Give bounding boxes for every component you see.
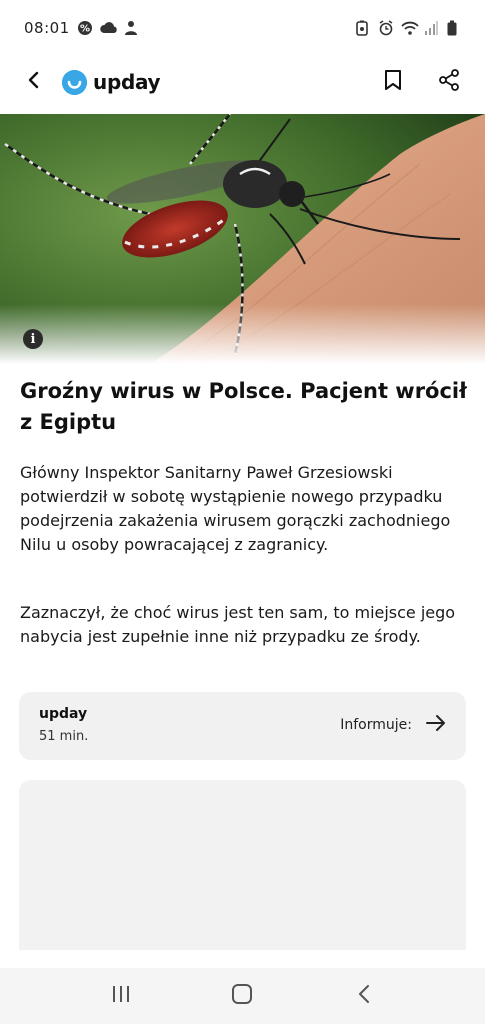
source-link[interactable]: Informuje: [340,714,446,736]
chevron-left-icon [357,984,371,1008]
system-nav-bar [0,968,485,1024]
notification-badge-icon: % [77,20,93,36]
article-paragraph-1: Główny Inspektor Sanitarny Paweł Grzesio… [20,463,451,554]
image-info-button[interactable]: i [23,329,43,349]
article-headline: Groźny wirus w Polsce. Pacjent wrócił z … [20,379,467,434]
arrow-right-icon [426,714,446,736]
share-icon [438,69,460,95]
hero-fade [0,304,485,364]
system-back-button[interactable] [340,976,388,1016]
upday-logo-icon [62,69,87,95]
share-button[interactable] [431,64,467,100]
status-time: 08:01 [24,19,70,37]
person-icon [123,20,139,36]
recent-apps-button[interactable] [97,976,145,1016]
content-placeholder [19,780,466,950]
signal-icon [424,20,440,36]
cloud-icon [99,20,117,36]
battery-icon [447,20,463,36]
source-card[interactable]: upday 51 min. Informuje: [19,692,466,760]
app-bar: upday [0,56,485,108]
home-button[interactable] [218,976,266,1016]
alarm-clock-icon [378,20,394,36]
back-button[interactable] [16,64,52,100]
back-arrow-icon [27,71,41,93]
article-hero-image[interactable]: i [0,114,485,364]
article-paragraph-2: Zaznaczył, że choć wirus jest ten sam, t… [20,603,456,646]
status-left: 08:01 % [24,19,139,37]
app-actions [375,64,467,100]
home-icon [231,983,253,1009]
wifi-icon [401,20,419,36]
recent-apps-icon [111,985,131,1007]
source-link-label: Informuje: [340,717,412,733]
bookmark-icon [384,69,402,95]
bookmark-button[interactable] [375,64,411,100]
status-bar: 08:01 % [0,0,485,56]
brand-name: upday [93,70,161,94]
status-right [355,20,463,36]
svg-text:%: % [80,24,90,35]
alarm-battery-icon [355,20,371,36]
brand: upday [62,69,161,95]
